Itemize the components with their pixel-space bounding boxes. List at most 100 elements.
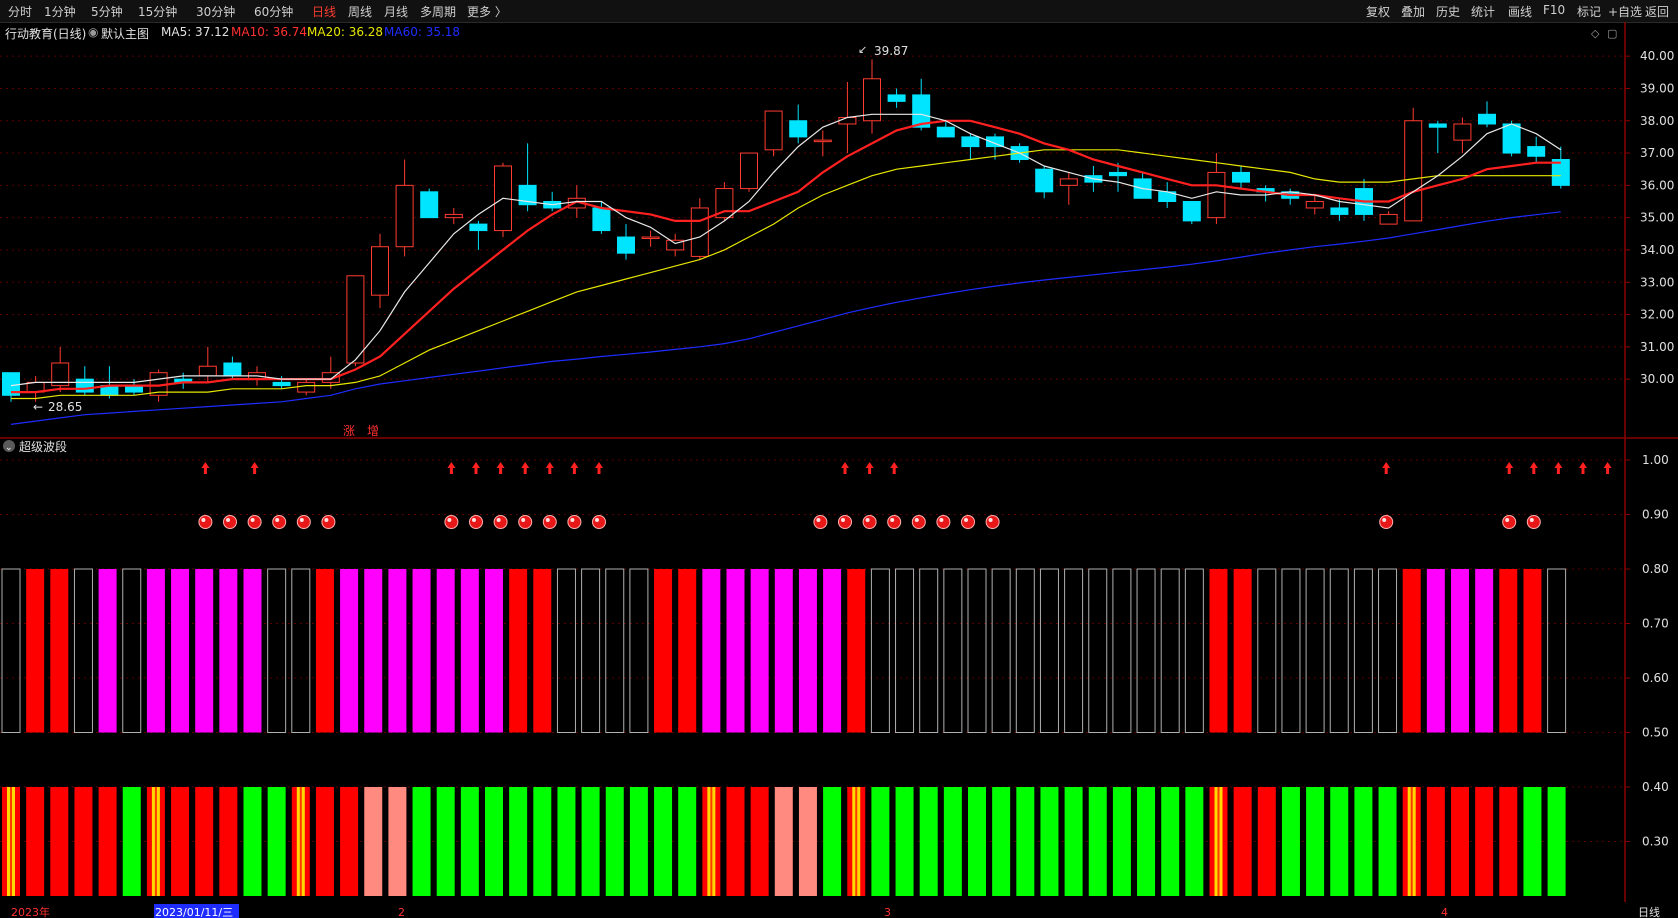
upper-bar	[1547, 568, 1567, 733]
candle-body	[444, 213, 463, 219]
signal-ball-icon	[911, 515, 926, 529]
upper-bar	[412, 569, 431, 733]
upper-bar	[991, 568, 1011, 733]
up-arrow-icon	[472, 462, 480, 474]
price-tick-label: 33.00	[1640, 275, 1674, 289]
upper-bar	[509, 569, 528, 733]
signal-ball-icon	[542, 515, 557, 529]
signal-ball-icon	[272, 515, 287, 529]
signal-ball-highlight	[1529, 518, 1534, 522]
price-axis: 40.00 39.00 38.00 37.00 36.00 35.00 34.00 33.00…	[1625, 49, 1674, 386]
lower-bar-core	[10, 787, 12, 896]
lower-bar	[171, 787, 190, 896]
indicator-tick-label: 0.80	[1642, 562, 1669, 576]
lower-bar	[1040, 787, 1059, 896]
signal-ball-highlight	[496, 518, 501, 522]
candle-body	[1330, 207, 1349, 215]
price-tick-label: 30.00	[1640, 372, 1674, 386]
price-tick-label: 32.00	[1640, 308, 1674, 322]
lower-bar	[1233, 787, 1252, 896]
candle-body	[592, 207, 611, 232]
signal-ball-highlight	[1382, 518, 1387, 522]
lower-bar-core	[154, 787, 157, 896]
upper-bar	[1233, 569, 1252, 733]
lower-bar	[315, 787, 334, 896]
signal-ball-highlight	[324, 518, 329, 522]
lower-bar	[98, 787, 117, 896]
lower-bar	[1354, 787, 1373, 896]
box-icon[interactable]: ▢	[1607, 27, 1617, 40]
lower-bar	[50, 787, 69, 896]
upper-bar	[219, 569, 238, 733]
indicator-axis: 1.00 0.90 0.80 0.70 0.60 0.50 0.40 0.30	[1625, 453, 1669, 849]
up-arrow-icon	[1603, 462, 1612, 474]
upper-bar	[870, 568, 890, 733]
signal-ball-highlight	[988, 518, 993, 522]
lower-bar	[1475, 787, 1494, 896]
upper-bar	[171, 569, 190, 733]
upper-bar	[1523, 569, 1542, 733]
candle-body	[740, 152, 758, 190]
lower-bar	[219, 787, 238, 896]
lower-bar	[895, 787, 914, 896]
upper-bar	[1136, 568, 1156, 733]
upper-bar	[1064, 568, 1084, 733]
candle-body	[936, 126, 955, 138]
up-arrow-icon	[447, 462, 456, 474]
up-arrow-icon	[841, 462, 849, 474]
diamond-icon[interactable]: ◇	[1591, 27, 1600, 40]
up-arrow-icon	[890, 462, 899, 474]
lower-bar	[1330, 787, 1349, 896]
date-month-3: 3	[884, 906, 891, 918]
upper-bar	[726, 569, 745, 733]
upper-bar	[1257, 568, 1277, 733]
lower-bar	[968, 787, 986, 896]
lower-band-bars	[2, 787, 1566, 896]
upper-bar	[1353, 568, 1373, 733]
upper-bar	[1499, 569, 1518, 733]
lower-bar	[1257, 787, 1276, 896]
upper-bar	[98, 569, 117, 733]
signal-ball-icon	[469, 515, 483, 529]
price-tick-label: 40.00	[1640, 49, 1674, 63]
candle-body	[420, 191, 439, 219]
upper-bar	[556, 568, 576, 733]
signal-ball-highlight	[841, 518, 845, 522]
up-arrow-icon	[545, 462, 554, 474]
upper-bar	[485, 569, 503, 733]
price-tick-label: 38.00	[1640, 114, 1674, 128]
upper-bar	[967, 568, 987, 733]
frame-lines	[0, 22, 1678, 918]
upper-bar	[678, 569, 697, 733]
up-arrow-icon	[1505, 462, 1514, 474]
lower-bar	[726, 787, 745, 896]
up-arrow-icon	[1579, 462, 1587, 474]
candle-body	[1207, 171, 1226, 219]
signal-ball-icon	[1502, 515, 1517, 529]
indicator-title[interactable]: 超级波段	[19, 439, 67, 454]
candle-body	[297, 381, 316, 393]
up-arrow-icon	[595, 462, 603, 474]
chart-canvas[interactable]: 40.00 39.00 38.00 37.00 36.00 35.00 34.00 33.00…	[0, 0, 1678, 918]
upper-band-bars	[1, 568, 1567, 733]
lower-bar	[1426, 787, 1445, 896]
candle-body	[1453, 123, 1472, 141]
upper-bar	[533, 569, 552, 733]
zeng-marker: 增	[367, 424, 379, 438]
lower-bar	[1088, 787, 1107, 896]
lower-bar	[1064, 787, 1083, 896]
indicator-tick-label: 0.40	[1642, 780, 1669, 794]
signal-ball-icon	[247, 515, 262, 529]
upper-bar	[26, 569, 45, 733]
upper-bar	[943, 568, 963, 733]
lower-bar	[243, 787, 262, 896]
lower-bar	[412, 787, 431, 896]
moving-average-lines	[10, 113, 1562, 425]
lower-bar	[750, 787, 769, 896]
lower-bar	[460, 787, 479, 896]
candle-body	[198, 365, 217, 377]
signal-ball-icon	[223, 515, 237, 529]
upper-bar	[654, 569, 673, 733]
lower-bar	[388, 787, 407, 896]
upper-bar	[388, 569, 407, 733]
